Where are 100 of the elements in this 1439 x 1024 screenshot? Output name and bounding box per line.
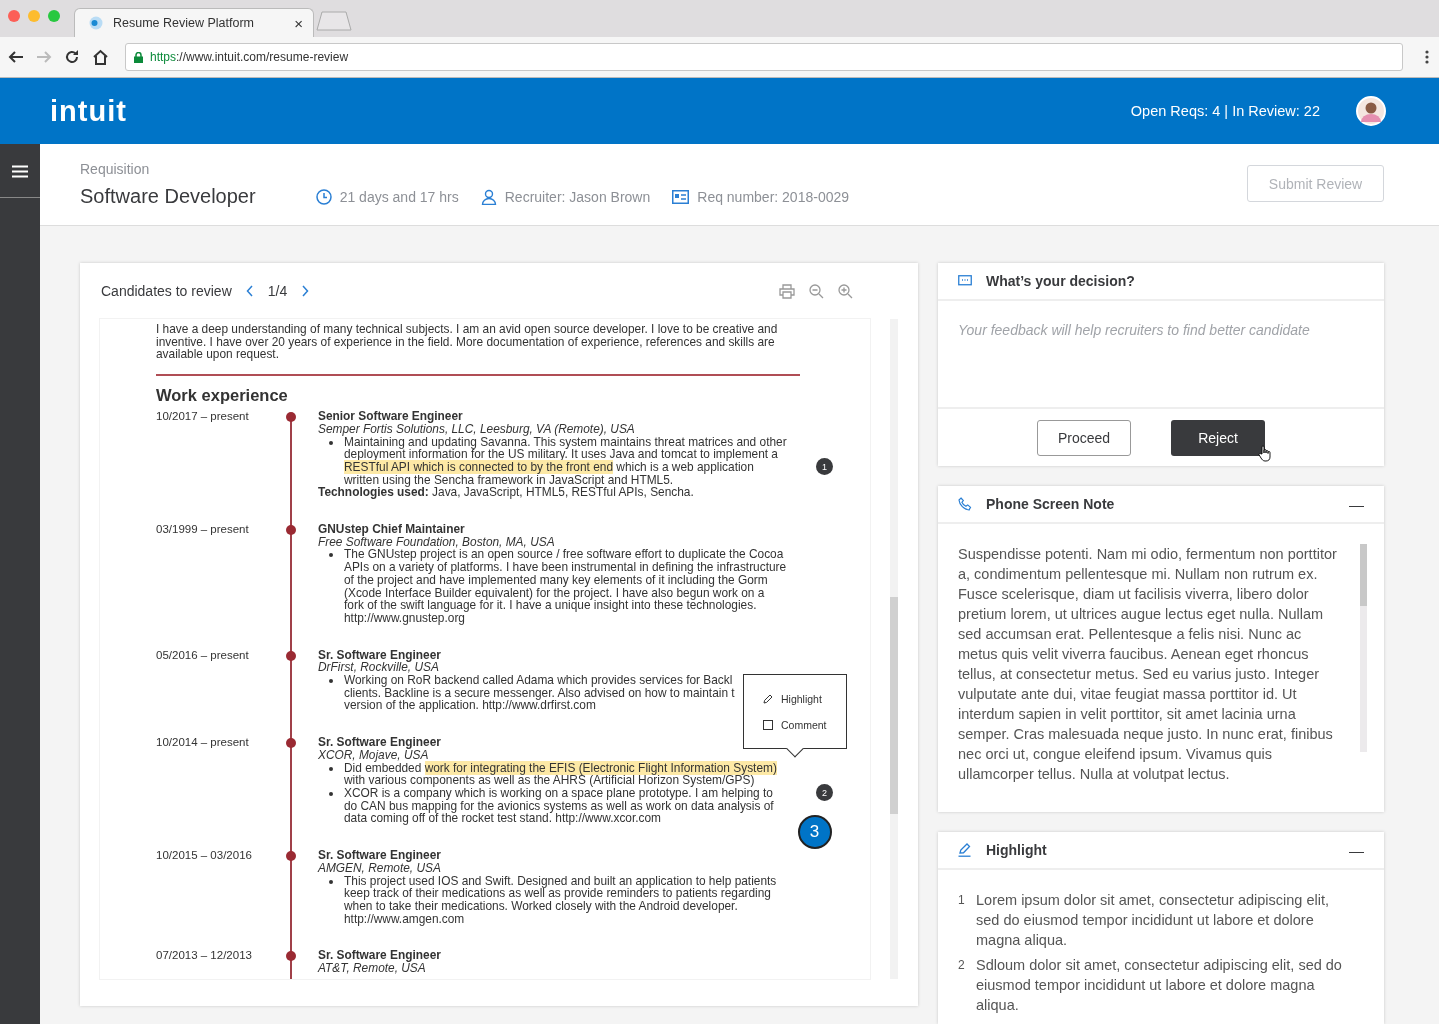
lock-icon <box>134 51 143 63</box>
site-icon <box>89 16 103 30</box>
annotation-marker[interactable]: 2 <box>816 784 833 802</box>
next-icon[interactable] <box>301 285 310 297</box>
description-line: Did embedded work for integrating the EFIS (Electronic Flight Information System) <box>344 761 777 775</box>
job-role: Sr. Software Engineer <box>318 949 442 963</box>
date-range: 05/2016 – present <box>156 648 250 663</box>
timeline-dot <box>286 650 296 661</box>
timeline-dot <box>286 851 296 862</box>
description-line: deployment information for the US military. It uses Java and tomcat to implement a <box>344 448 779 461</box>
job-role: Sr. Software Engineer <box>318 648 442 662</box>
pencil-icon <box>958 843 972 857</box>
bullet-icon <box>329 440 333 445</box>
checkbox-icon <box>763 719 773 730</box>
job-title: Software Developer <box>80 185 256 208</box>
back-icon[interactable] <box>8 49 24 65</box>
job-role: Sr. Software Engineer <box>318 736 442 749</box>
scrollbar-thumb[interactable] <box>1360 544 1367 606</box>
card-title: Candidates to review <box>101 283 232 299</box>
timeline-dot <box>286 951 296 962</box>
bullet-icon <box>329 792 333 796</box>
highlight-text: Lorem ipsum dolor sit amet, consectetur adipiscing elit, sed do eiusmod tempor incididunt ut labore et dolore magna aliqua. <box>976 891 1330 950</box>
description-line: Maintaining and updating Savanna. This system maintains threat matrices and other <box>344 435 787 449</box>
description-line: http://www.amgen.com <box>344 912 466 926</box>
menu-icon[interactable] <box>12 165 28 178</box>
card-title: Phone Screen Note <box>986 496 1116 512</box>
clock-icon <box>315 188 332 205</box>
description-line: do CAN bus mapping for the avionics systems as well as work on data analysis of <box>344 799 774 813</box>
description-line: RESTful API which is connected to by the front end which is a web application <box>344 460 754 474</box>
close-window-button[interactable] <box>8 9 20 22</box>
description-line: data coming off of the rocket test stand. http://www.xcor.com <box>344 812 663 826</box>
job-role: Sr. Software Engineer <box>318 849 442 862</box>
bullet-icon <box>329 766 333 771</box>
note-text: Suspendisse potenti. Nam mi odio, fermentum non porttitor a, condimentum pellentesque mi. Nullam non rutrum ex. Fusce scelerisque, diam ut facilisis viverra, libero dolor pretium lorem, ut ultrices augue lectus eget nulla. Nullam sed accumsan erat. Pellentesque a felis nisi. Nunc ac metus quis velit viverra faucibus. Aenean eget rhoncus tellus, at consectetur metus. Sed eu varius justo. Integer vulputate ante dui, vitae feugiat massa porttitor id. Ut interdum sapien in velit porttitor, sit amet lacinia urna semper. Cras malesuada neque justo. In nunc erat, finibus nec orci ut, congue eleifend ipsum. Vivamus quis ullamcorper tellus. Nulla at volutpat lectus. <box>958 545 1338 784</box>
more-icon[interactable] <box>1425 50 1429 64</box>
close-tab-button[interactable]: × <box>294 14 303 32</box>
description-line: (Xcode Interface Builder equivalent) for the project. I have also begun work on a <box>344 586 766 600</box>
technologies-text: Technologies used: Java, JavaScript, HTML5, RESTful APIs, Sencha. <box>318 486 695 500</box>
previous-icon[interactable] <box>245 285 254 297</box>
print-icon[interactable] <box>779 283 795 299</box>
bullet-icon <box>329 553 333 558</box>
item-number: 2 <box>958 957 965 974</box>
zoom-in-icon[interactable] <box>838 283 853 299</box>
logo: intuit <box>50 94 128 128</box>
description-line: when to take their medications. Worked closely with the Android developer. <box>344 900 738 913</box>
popover-menu-item[interactable]: Comment <box>763 718 846 731</box>
date-range: 03/1999 – present <box>156 523 250 538</box>
company-text: Free Software Foundation, Boston, MA, USA <box>318 535 556 549</box>
annotation-marker[interactable]: 3 <box>797 815 832 850</box>
bullet-icon <box>329 879 333 884</box>
description-line: keep track of their medications as well as provide reminders to patients regarding <box>344 887 771 900</box>
annotation-marker[interactable]: 1 <box>816 458 833 476</box>
date-range: 10/2017 – present <box>156 410 250 425</box>
job-role: GNUstep Chief Maintainer <box>318 523 466 536</box>
person-icon <box>480 188 497 205</box>
highlight-text: Sdloum dolor sit amet, consectetur adipiscing elit, sed do eiusmod tempor incididunt ut labore et dolore magna aliqua. <box>976 956 1343 1015</box>
popover-menu-item[interactable]: Highlight <box>763 692 846 705</box>
home-icon[interactable] <box>92 49 109 65</box>
address-field[interactable]: https://www.intuit.com/resume-review <box>125 43 1403 71</box>
reload-icon[interactable] <box>64 49 80 65</box>
date-range: 07/2013 – 12/2013 <box>156 949 253 964</box>
requisition-label: Requisition <box>80 161 151 177</box>
description-line: of the project and have implemented many key elements of it including the Gorm <box>344 573 769 587</box>
timeline-dot <box>286 412 296 423</box>
job-role: Senior Software Engineer <box>318 410 464 423</box>
company-text: DrFirst, Rockville, USA <box>318 661 439 675</box>
description-line: with various components as well as the AHRS (Artificial Horizon System/GPS) <box>344 774 755 787</box>
date-range: 10/2014 – present <box>156 736 250 751</box>
description-line: version of the application. http://www.drfirst.com <box>344 699 597 713</box>
scrollbar-thumb[interactable] <box>890 597 898 814</box>
description-line: APIs on a variety of platforms. I have been instrumental in defining the infrastructure <box>344 561 787 574</box>
zoom-out-icon[interactable] <box>809 283 824 299</box>
id-card-icon <box>672 189 690 204</box>
page-counter: 1/4 <box>267 283 288 299</box>
browser-tab[interactable]: Resume Review Platform × <box>74 8 314 37</box>
new-tab-button[interactable] <box>316 11 352 31</box>
company-text: Semper Fortis Solutions, LLC, Leesburg, VA (Remote), USA <box>318 422 635 436</box>
reject-button[interactable]: Reject <box>1171 419 1265 456</box>
avatar[interactable] <box>1356 96 1386 126</box>
company-text: AT&T, Remote, USA <box>318 962 426 975</box>
maximize-window-button[interactable] <box>48 9 60 22</box>
meta-text: Recruiter: Jason Brown <box>504 188 651 205</box>
stats-text: Open Reqs: 4 | In Review: 22 <box>1130 103 1320 119</box>
collapse-button[interactable]: — <box>1349 841 1364 859</box>
phone-icon <box>958 497 972 511</box>
timeline-dot <box>286 525 296 536</box>
description-line: XCOR is a company which is working on a space plane prototype. I am helping to <box>344 787 774 800</box>
company-text: AMGEN, Remote, USA <box>318 861 442 875</box>
resume-summary: I have a deep understanding of many technical subjects. I am an avid open source developer. I love to be creative and inventive. I have over 20 years of experience in the field. More documentation of experience, references and skills are available upon request. <box>156 323 800 377</box>
meta-text: Req number: 2018-0029 <box>697 188 850 205</box>
card-title: Highlight <box>986 842 1048 858</box>
pencil-icon <box>763 693 773 704</box>
description-line: written using the Sencha framework in JavaScript and HTML5. <box>344 473 674 487</box>
proceed-button[interactable]: Proceed <box>1037 419 1131 456</box>
collapse-button[interactable]: — <box>1349 495 1364 513</box>
description-line: Working on RoR backend called Adama which provides services for Backl <box>344 674 734 687</box>
description-line: This project used IOS and Swift. Designed and built an application to help patients <box>344 874 777 888</box>
date-range: 10/2015 – 03/2016 <box>156 849 253 864</box>
section-heading: Work experience <box>156 386 289 406</box>
meta-text: 21 days and 17 hrs <box>339 188 459 205</box>
